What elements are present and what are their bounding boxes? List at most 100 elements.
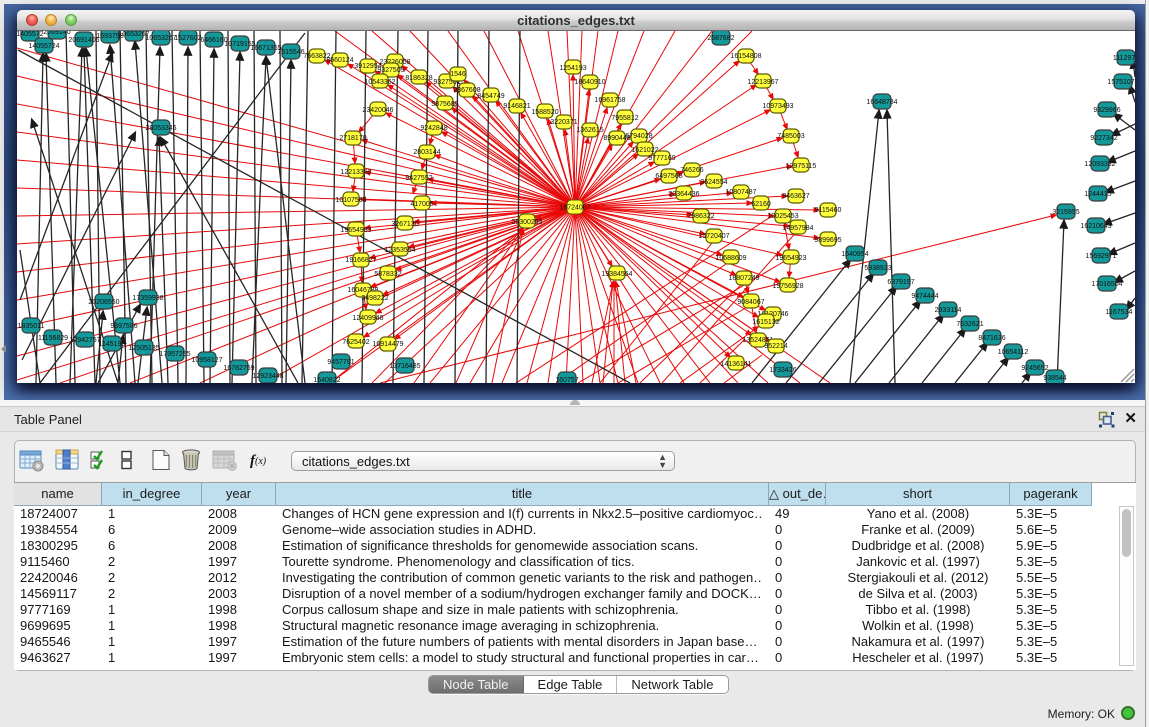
svg-text:9397586: 9397586	[110, 323, 137, 330]
svg-text:9242848: 9242848	[420, 125, 447, 132]
svg-text:1546: 1546	[450, 71, 466, 78]
svg-text:12213967: 12213967	[747, 79, 778, 86]
svg-text:1244415: 1244415	[1084, 191, 1111, 198]
svg-text:5878332: 5878332	[374, 271, 401, 278]
svg-text:9777169: 9777169	[648, 155, 675, 162]
svg-text:2069140: 2069140	[43, 31, 70, 36]
svg-text:15720407: 15720407	[698, 233, 729, 240]
svg-text:3267130: 3267130	[391, 221, 418, 228]
svg-text:9329966: 9329966	[1093, 107, 1120, 114]
svg-text:15692971: 15692971	[1085, 253, 1116, 260]
svg-text:3624554: 3624554	[700, 179, 727, 186]
svg-text:12975115: 12975115	[786, 163, 817, 170]
svg-text:16782759: 16782759	[223, 365, 254, 372]
svg-text:1112974: 1112974	[1113, 55, 1135, 62]
svg-text:1588520: 1588520	[531, 109, 558, 116]
svg-text:9146821: 9146821	[503, 103, 530, 110]
svg-text:10107563: 10107563	[335, 197, 366, 204]
svg-text:12505135: 12505135	[128, 345, 159, 352]
svg-text:5875685: 5875685	[431, 101, 458, 108]
svg-text:3215955: 3215955	[1052, 209, 1079, 216]
svg-text:9245652: 9245652	[1021, 365, 1048, 372]
svg-text:20364436: 20364436	[668, 191, 699, 198]
svg-text:16914479: 16914479	[372, 341, 403, 348]
svg-text:18807249: 18807249	[728, 275, 759, 282]
svg-text:417005: 417005	[410, 201, 433, 208]
svg-text:13716485: 13716485	[389, 363, 420, 370]
svg-text:9227342: 9227342	[1090, 135, 1117, 142]
svg-text:7955812: 7955812	[611, 115, 638, 122]
svg-text:9327509: 9327509	[377, 67, 404, 74]
svg-text:11156829: 11156829	[38, 335, 68, 342]
svg-text:7515546: 7515546	[277, 49, 304, 56]
svg-text:15751074: 15751074	[1107, 79, 1135, 86]
svg-text:3498222: 3498222	[361, 295, 388, 302]
svg-text:9115460: 9115460	[815, 207, 842, 214]
svg-text:16154808: 16154808	[730, 53, 761, 60]
svg-text:1527602: 1527602	[174, 35, 201, 42]
svg-text:9463627: 9463627	[782, 193, 809, 200]
svg-text:14055724: 14055724	[28, 43, 59, 50]
svg-text:9427552: 9427552	[405, 175, 432, 182]
svg-text:12353594: 12353594	[384, 247, 415, 254]
svg-text:7485003: 7485003	[777, 133, 804, 140]
svg-text:1615132: 1615132	[752, 319, 779, 326]
svg-text:19384554: 19384554	[601, 271, 632, 278]
svg-text:352214: 352214	[764, 343, 787, 350]
svg-text:938544: 938544	[1043, 375, 1066, 382]
svg-text:14957984: 14957984	[782, 225, 813, 232]
svg-text:10025453: 10025453	[767, 213, 798, 220]
svg-text:1167534: 1167534	[1106, 309, 1133, 316]
svg-text:3220371: 3220371	[550, 119, 577, 126]
svg-text:23420046: 23420046	[362, 107, 393, 114]
svg-text:16961758: 16961758	[594, 97, 625, 104]
svg-text:7632621: 7632621	[956, 321, 983, 328]
svg-text:2803144: 2803144	[413, 149, 440, 156]
svg-text:160757: 160757	[555, 377, 578, 383]
svg-text:19166827: 19166827	[345, 257, 376, 264]
svg-text:(x): (x)	[255, 456, 267, 467]
svg-text:19654983: 19654983	[340, 227, 371, 234]
svg-text:16210643: 16210643	[1080, 223, 1111, 230]
svg-text:17957255: 17957255	[159, 351, 190, 358]
svg-text:6794028: 6794028	[625, 133, 652, 140]
svg-text:10688609: 10688609	[715, 255, 746, 262]
svg-text:10807487: 10807487	[725, 189, 756, 196]
svg-text:5938923: 5938923	[864, 265, 891, 272]
svg-text:2718170: 2718170	[339, 135, 366, 142]
svg-text:1640954: 1640954	[841, 251, 868, 258]
svg-text:2933114: 2933114	[935, 307, 962, 314]
svg-text:19654923: 19654923	[775, 255, 806, 262]
svg-text:28053346: 28053346	[145, 125, 176, 132]
svg-text:19756928: 19756928	[772, 283, 803, 290]
svg-text:18724007: 18724007	[559, 205, 590, 212]
svg-text:62160: 62160	[751, 201, 771, 208]
svg-text:10653267: 10653267	[145, 35, 176, 42]
svg-text:20206550: 20206550	[88, 299, 119, 306]
svg-text:6497568: 6497568	[655, 173, 682, 180]
svg-text:8660124: 8660124	[326, 57, 353, 64]
svg-text:1405572: 1405572	[17, 31, 44, 38]
svg-text:25300295: 25300295	[511, 219, 542, 226]
svg-text:1362615: 1362615	[576, 127, 603, 134]
svg-text:17359938: 17359938	[132, 295, 163, 302]
svg-text:8186328: 8186328	[405, 75, 432, 82]
svg-text:8471636: 8471636	[978, 335, 1005, 342]
svg-text:9457791: 9457791	[327, 359, 354, 366]
svg-text:10543362: 10543362	[364, 79, 395, 86]
svg-text:10958127: 10958127	[191, 357, 222, 364]
svg-text:17016504: 17016504	[1091, 281, 1122, 288]
svg-text:1835011: 1835011	[18, 323, 45, 330]
svg-text:10654112: 10654112	[998, 349, 1029, 356]
svg-text:1145193: 1145193	[99, 341, 126, 348]
svg-text:12093382: 12093382	[1084, 161, 1115, 168]
svg-text:1733426: 1733426	[769, 367, 796, 374]
svg-text:746266: 746266	[680, 167, 703, 174]
svg-text:9899695: 9899695	[814, 237, 841, 244]
svg-text:1640822: 1640822	[313, 377, 340, 383]
svg-text:2687682: 2687682	[707, 35, 734, 42]
svg-text:10973493: 10973493	[762, 103, 793, 110]
svg-text:12923448: 12923448	[252, 373, 283, 380]
svg-text:16648784: 16648784	[866, 99, 897, 106]
svg-text:9474444: 9474444	[911, 293, 938, 300]
